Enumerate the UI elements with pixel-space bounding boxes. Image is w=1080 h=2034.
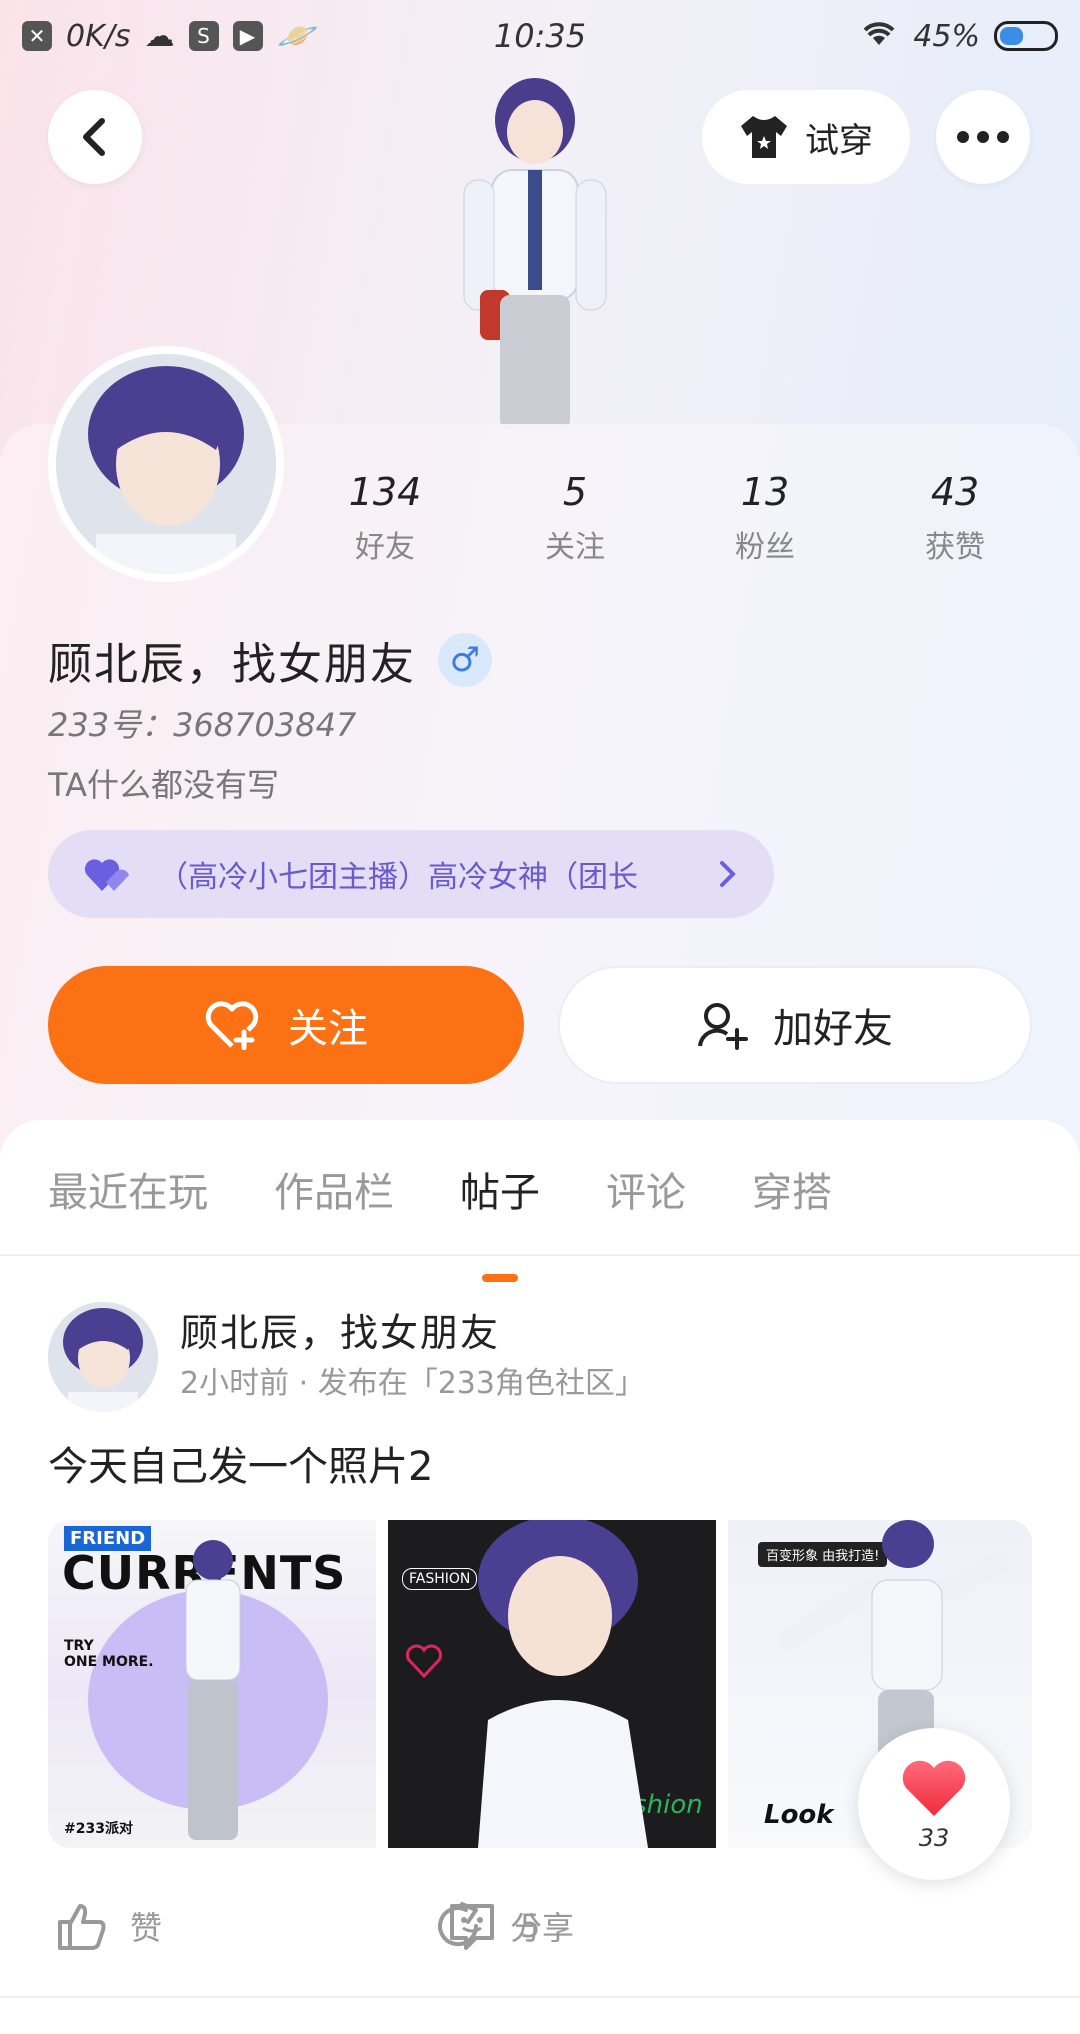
character-figure xyxy=(185,1540,241,1840)
stat-following[interactable]: 5 关注 xyxy=(495,470,655,566)
back-button[interactable] xyxy=(48,90,142,184)
battery-icon xyxy=(994,21,1058,51)
stat-label: 关注 xyxy=(545,530,605,565)
stat-label: 粉丝 xyxy=(735,530,795,565)
stat-label: 获赞 xyxy=(925,530,985,565)
cloud-icon: ☁ xyxy=(144,18,175,54)
tab-posts-label: 帖子 xyxy=(460,1170,540,1216)
share-action[interactable]: 分享 xyxy=(436,1900,826,1952)
add-user-icon xyxy=(698,1003,748,1050)
tshirt-icon xyxy=(741,116,787,158)
follow-label: 关注 xyxy=(288,1006,368,1052)
more-dots-icon xyxy=(957,131,1009,143)
status-bar: ✕ 0K/s ☁ S ▶ 🪐 10:35 45% xyxy=(0,0,1080,72)
video-app-icon: ▶ xyxy=(232,21,263,51)
share-label: 分享 xyxy=(510,1909,575,1947)
try-on-button[interactable]: 试穿 xyxy=(702,90,910,184)
tab-comments[interactable]: 评论 xyxy=(606,1160,686,1218)
planet-icon: 🪐 xyxy=(276,18,314,54)
heart-doodle-icon xyxy=(406,1644,442,1679)
profile-name-row: 顾北辰，找女朋友 ♂ xyxy=(48,628,492,692)
more-options-button[interactable] xyxy=(936,90,1030,184)
stat-label: 好友 xyxy=(355,530,415,565)
close-notification-icon: ✕ xyxy=(22,21,52,51)
character-3d-model xyxy=(420,70,650,430)
active-tab-indicator xyxy=(482,1274,518,1282)
add-friend-button[interactable]: 加好友 xyxy=(558,966,1032,1084)
divider xyxy=(0,1996,1080,1998)
add-friend-label: 加好友 xyxy=(773,1006,893,1052)
content-tabs-bar: 最近在玩 作品栏 帖子 评论 穿搭 xyxy=(0,1120,1080,1282)
follow-button[interactable]: 关注 xyxy=(48,966,524,1084)
image-text: TRY ONE MORE. xyxy=(64,1638,154,1670)
like-action[interactable]: 赞 xyxy=(56,1900,446,1952)
chevron-left-icon xyxy=(83,118,105,156)
stat-value: 43 xyxy=(930,470,980,514)
heart-icon xyxy=(902,1760,966,1816)
post-image-1[interactable]: FRIEND CURRENTS TRY ONE MORE. #233派对 xyxy=(48,1520,376,1848)
status-time: 10:35 xyxy=(493,17,587,55)
chevron-right-icon xyxy=(720,861,736,887)
tab-posts[interactable]: 帖子 xyxy=(460,1160,540,1282)
post-image-2[interactable]: FASHION fashion xyxy=(388,1520,716,1848)
profile-bio: TA什么都没有写 xyxy=(48,766,279,804)
post-author-name[interactable]: 顾北辰，找女朋友 xyxy=(180,1302,500,1357)
stat-fans[interactable]: 13 粉丝 xyxy=(685,470,845,566)
heart-plus-icon xyxy=(205,1001,259,1050)
profile-stats: 134 好友 5 关注 13 粉丝 43 获赞 xyxy=(290,470,1050,566)
character-closeup xyxy=(478,1520,648,1848)
fan-group-text: （高冷小七团主播）高冷女神（团长 xyxy=(158,860,638,895)
stat-likes[interactable]: 43 获赞 xyxy=(875,470,1035,566)
male-gender-icon: ♂ xyxy=(438,633,492,687)
stat-value: 13 xyxy=(740,470,790,514)
try-on-label: 试穿 xyxy=(805,120,873,161)
fan-group-badge[interactable]: （高冷小七团主播）高冷女神（团长 xyxy=(48,830,774,918)
battery-percent: 45% xyxy=(913,18,980,54)
profile-uid[interactable]: 233号：368703847 xyxy=(48,700,356,746)
network-speed: 0K/s xyxy=(66,18,131,54)
tab-outfits[interactable]: 穿搭 xyxy=(752,1160,832,1218)
post-actions: 赞 5 分享 xyxy=(56,1900,826,1952)
stat-friends[interactable]: 134 好友 xyxy=(305,470,465,566)
post-text: 今天自己发一个照片2 xyxy=(48,1444,434,1490)
stat-value: 5 xyxy=(562,470,588,514)
profile-avatar[interactable] xyxy=(48,346,284,582)
profile-name: 顾北辰，找女朋友 xyxy=(48,639,416,690)
double-heart-icon xyxy=(84,859,129,891)
post-author-avatar[interactable] xyxy=(48,1302,158,1412)
tab-works[interactable]: 作品栏 xyxy=(274,1160,394,1218)
like-label: 赞 xyxy=(130,1909,163,1947)
image-text: #233派对 xyxy=(64,1821,133,1837)
share-icon xyxy=(438,1902,479,1947)
post-meta: 2小时前 · 发布在「233角色社区」 xyxy=(180,1366,645,1401)
floating-like-count: 33 xyxy=(918,1824,950,1852)
stat-value: 134 xyxy=(348,470,422,514)
thumbs-up-icon xyxy=(58,1904,106,1950)
app-notification-icon: S xyxy=(188,21,219,51)
floating-like-button[interactable]: 33 xyxy=(858,1728,1010,1880)
tab-recently-played[interactable]: 最近在玩 xyxy=(48,1160,208,1218)
wifi-icon xyxy=(859,17,899,55)
